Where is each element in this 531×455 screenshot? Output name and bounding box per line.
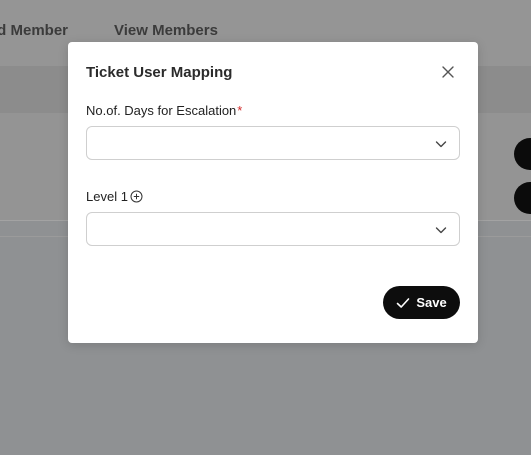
- ticket-user-mapping-dialog: Ticket User Mapping No.of. Days for Esca…: [68, 42, 478, 343]
- level-label: Level 1: [86, 189, 143, 204]
- days-escalation-select[interactable]: [86, 126, 460, 160]
- save-button[interactable]: Save: [383, 286, 460, 319]
- days-escalation-label-text: No.of. Days for Escalation: [86, 103, 237, 118]
- save-button-label: Save: [416, 295, 447, 310]
- chevron-down-icon: [435, 227, 447, 234]
- required-mark: *: [237, 103, 243, 118]
- dialog-title: Ticket User Mapping: [86, 64, 233, 81]
- close-icon[interactable]: [441, 65, 455, 79]
- check-icon: [397, 297, 410, 308]
- days-escalation-label: No.of. Days for Escalation*: [86, 103, 242, 118]
- level-select[interactable]: [86, 212, 460, 246]
- plus-circle-icon[interactable]: [130, 190, 143, 203]
- tab-view-members[interactable]: View Members: [114, 22, 218, 39]
- level-label-text: Level 1: [86, 189, 128, 204]
- tab-add-member[interactable]: dd Member: [0, 22, 68, 39]
- chevron-down-icon: [435, 141, 447, 148]
